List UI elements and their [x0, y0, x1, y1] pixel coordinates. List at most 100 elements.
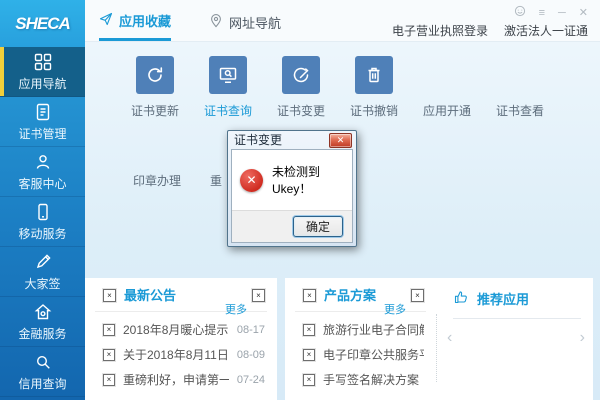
broken-image-icon: ×: [103, 323, 115, 336]
app-cert-view[interactable]: 证书查看: [484, 56, 556, 119]
carousel-next-arrow[interactable]: ›: [580, 330, 585, 346]
sidebar-item-cert-management[interactable]: 证书管理: [0, 97, 85, 147]
sidebar-item-financial-services[interactable]: 金融服务: [0, 297, 85, 347]
close-icon[interactable]: ✕: [579, 7, 588, 19]
sidebar-item-label: 应用导航: [18, 76, 67, 91]
app-label: 证书变更: [276, 104, 325, 118]
app-label: 证书撤销: [349, 104, 398, 118]
products-list: × 旅游行业电子合同解决方案 × 电子印章公共服务平台 × 手写签名解决方案: [285, 312, 436, 392]
search-icon: [33, 352, 53, 372]
activate-legal-person-link[interactable]: 激活法人一证通: [504, 22, 588, 39]
ok-button[interactable]: 确定: [293, 216, 343, 237]
announcements-more-link[interactable]: 更多: [225, 301, 247, 317]
recommended-title: 推荐应用: [477, 291, 530, 307]
app-open-service[interactable]: 应用开通: [411, 56, 483, 119]
error-icon: ✕: [240, 168, 263, 192]
announcement-text: 关于2018年8月11日系统升级...: [123, 348, 229, 362]
product-row[interactable]: × 旅游行业电子合同解决方案: [303, 317, 424, 342]
location-pin-icon: [209, 13, 223, 31]
product-text: 旅游行业电子合同解决方案: [323, 323, 424, 337]
dialog-frame: ✕ 未检测到Ukey！ 确定: [231, 149, 353, 243]
carousel-prev-arrow[interactable]: ‹: [447, 330, 452, 346]
mobile-icon: [33, 202, 53, 222]
dialog-message: 未检测到Ukey！: [272, 165, 321, 196]
announcement-date: 08-17: [236, 323, 265, 336]
products-section: × 产品方案 × 更多 × 旅游行业电子合同解决方案 × 电子印章公共服务平台: [285, 278, 436, 400]
announcement-date: 08-09: [236, 348, 265, 361]
product-row[interactable]: × 手写签名解决方案: [303, 367, 424, 392]
missing-tile: [411, 56, 483, 102]
app-label: 印章办理: [132, 174, 181, 188]
tab-bar: 应用收藏 网址导航: [99, 11, 281, 41]
sidebar-item-mobile-services[interactable]: 移动服务: [0, 197, 85, 247]
certificate-doc-icon: [33, 102, 53, 122]
support-icon[interactable]: [514, 4, 526, 22]
app-cert-revoke[interactable]: 证书撤销: [338, 56, 410, 119]
announcements-panel: × 最新公告 × 更多 × 2018年8月暖心提示 08-17 × 关于2018…: [85, 278, 277, 400]
quick-links: 电子营业执照登录 激活法人一证通: [392, 22, 588, 39]
sidebar-item-label: 信用查询: [18, 376, 67, 391]
sidebar-item-label: 证书管理: [18, 126, 67, 141]
menu-icon[interactable]: ≡: [539, 7, 545, 19]
sidebar: SHECA 应用导航 证书管理 客服中心 移动服务 大家签 金融服务 信用查询: [0, 0, 85, 400]
product-text: 手写签名解决方案: [323, 373, 420, 387]
announcements-header: × 最新公告 × 更多: [85, 278, 277, 316]
products-more-link[interactable]: 更多: [384, 301, 406, 317]
ebl-login-link[interactable]: 电子营业执照登录: [392, 22, 488, 39]
announcement-row[interactable]: × 重磅利好，申请第一张法人一... 07-24: [103, 367, 265, 392]
app-label: 应用开通: [422, 104, 471, 118]
divider: [453, 318, 581, 319]
broken-image-icon: ×: [103, 373, 115, 386]
dialog-body: ✕ 未检测到Ukey！: [232, 150, 352, 210]
announcements-title: 最新公告: [124, 288, 177, 303]
announcement-date: 07-24: [236, 373, 265, 386]
finance-home-icon: [33, 302, 53, 322]
broken-image-icon: ×: [103, 348, 115, 361]
minimize-icon[interactable]: ─: [558, 7, 566, 19]
sidebar-item-app-navigation[interactable]: 应用导航: [0, 47, 85, 97]
paper-plane-icon: [99, 12, 113, 29]
tab-label: 网址导航: [229, 15, 282, 31]
app-seal-handling[interactable]: 印章办理: [121, 172, 193, 189]
broken-image-icon: ×: [252, 289, 265, 302]
broken-image-icon: ×: [303, 323, 315, 336]
app-cert-update[interactable]: 证书更新: [119, 56, 191, 119]
broken-image-icon: ×: [103, 289, 116, 302]
products-header: × 产品方案 × 更多: [285, 278, 436, 316]
products-title: 产品方案: [324, 288, 377, 303]
signature-icon: [33, 252, 53, 272]
tab-label: 应用收藏: [119, 14, 172, 29]
topbar: 应用收藏 网址导航 ≡ ─ ✕ 电子营业执照登录 激活法人一证通: [85, 0, 600, 42]
recommended-header: 推荐应用: [437, 278, 593, 310]
grid-icon: [33, 52, 53, 72]
sidebar-item-label: 金融服务: [18, 326, 67, 341]
sidebar-item-label: 客服中心: [18, 176, 67, 191]
thumbs-up-icon: [453, 289, 469, 310]
tab-app-favorites[interactable]: 应用收藏: [99, 11, 172, 41]
person-icon: [33, 152, 53, 172]
logo-text: SHECA: [15, 13, 71, 33]
app-cert-query[interactable]: 证书查询: [192, 56, 264, 119]
announcement-text: 重磅利好，申请第一张法人一...: [123, 373, 229, 387]
sheca-logo: SHECA: [0, 0, 85, 47]
product-row[interactable]: × 电子印章公共服务平台: [303, 342, 424, 367]
app-cert-change[interactable]: 证书变更: [265, 56, 337, 119]
announcement-row[interactable]: × 关于2018年8月11日系统升级... 08-09: [103, 342, 265, 367]
announcement-text: 2018年8月暖心提示: [123, 323, 229, 337]
sidebar-item-credit-inquiry[interactable]: 信用查询: [0, 347, 85, 397]
sidebar-item-everyone-sign[interactable]: 大家签: [0, 247, 85, 297]
dialog-close-icon[interactable]: ✕: [329, 133, 352, 148]
broken-image-icon: ×: [303, 289, 316, 302]
refresh-icon: [136, 56, 174, 94]
tab-url-navigation[interactable]: 网址导航: [209, 11, 281, 41]
sidebar-item-label: 大家签: [24, 276, 61, 291]
ukey-error-dialog: 证书变更 ✕ ✕ 未检测到Ukey！ 确定: [227, 130, 357, 247]
sidebar-item-customer-service[interactable]: 客服中心: [0, 147, 85, 197]
product-text: 电子印章公共服务平台: [323, 348, 424, 362]
dialog-footer: 确定: [232, 210, 352, 242]
broken-image-icon: ×: [411, 289, 424, 302]
announcement-row[interactable]: × 2018年8月暖心提示 08-17: [103, 317, 265, 342]
sidebar-item-label: 移动服务: [18, 226, 67, 241]
announcements-list: × 2018年8月暖心提示 08-17 × 关于2018年8月11日系统升级..…: [85, 312, 277, 392]
products-recommended-panel: × 产品方案 × 更多 × 旅游行业电子合同解决方案 × 电子印章公共服务平台: [285, 278, 593, 400]
